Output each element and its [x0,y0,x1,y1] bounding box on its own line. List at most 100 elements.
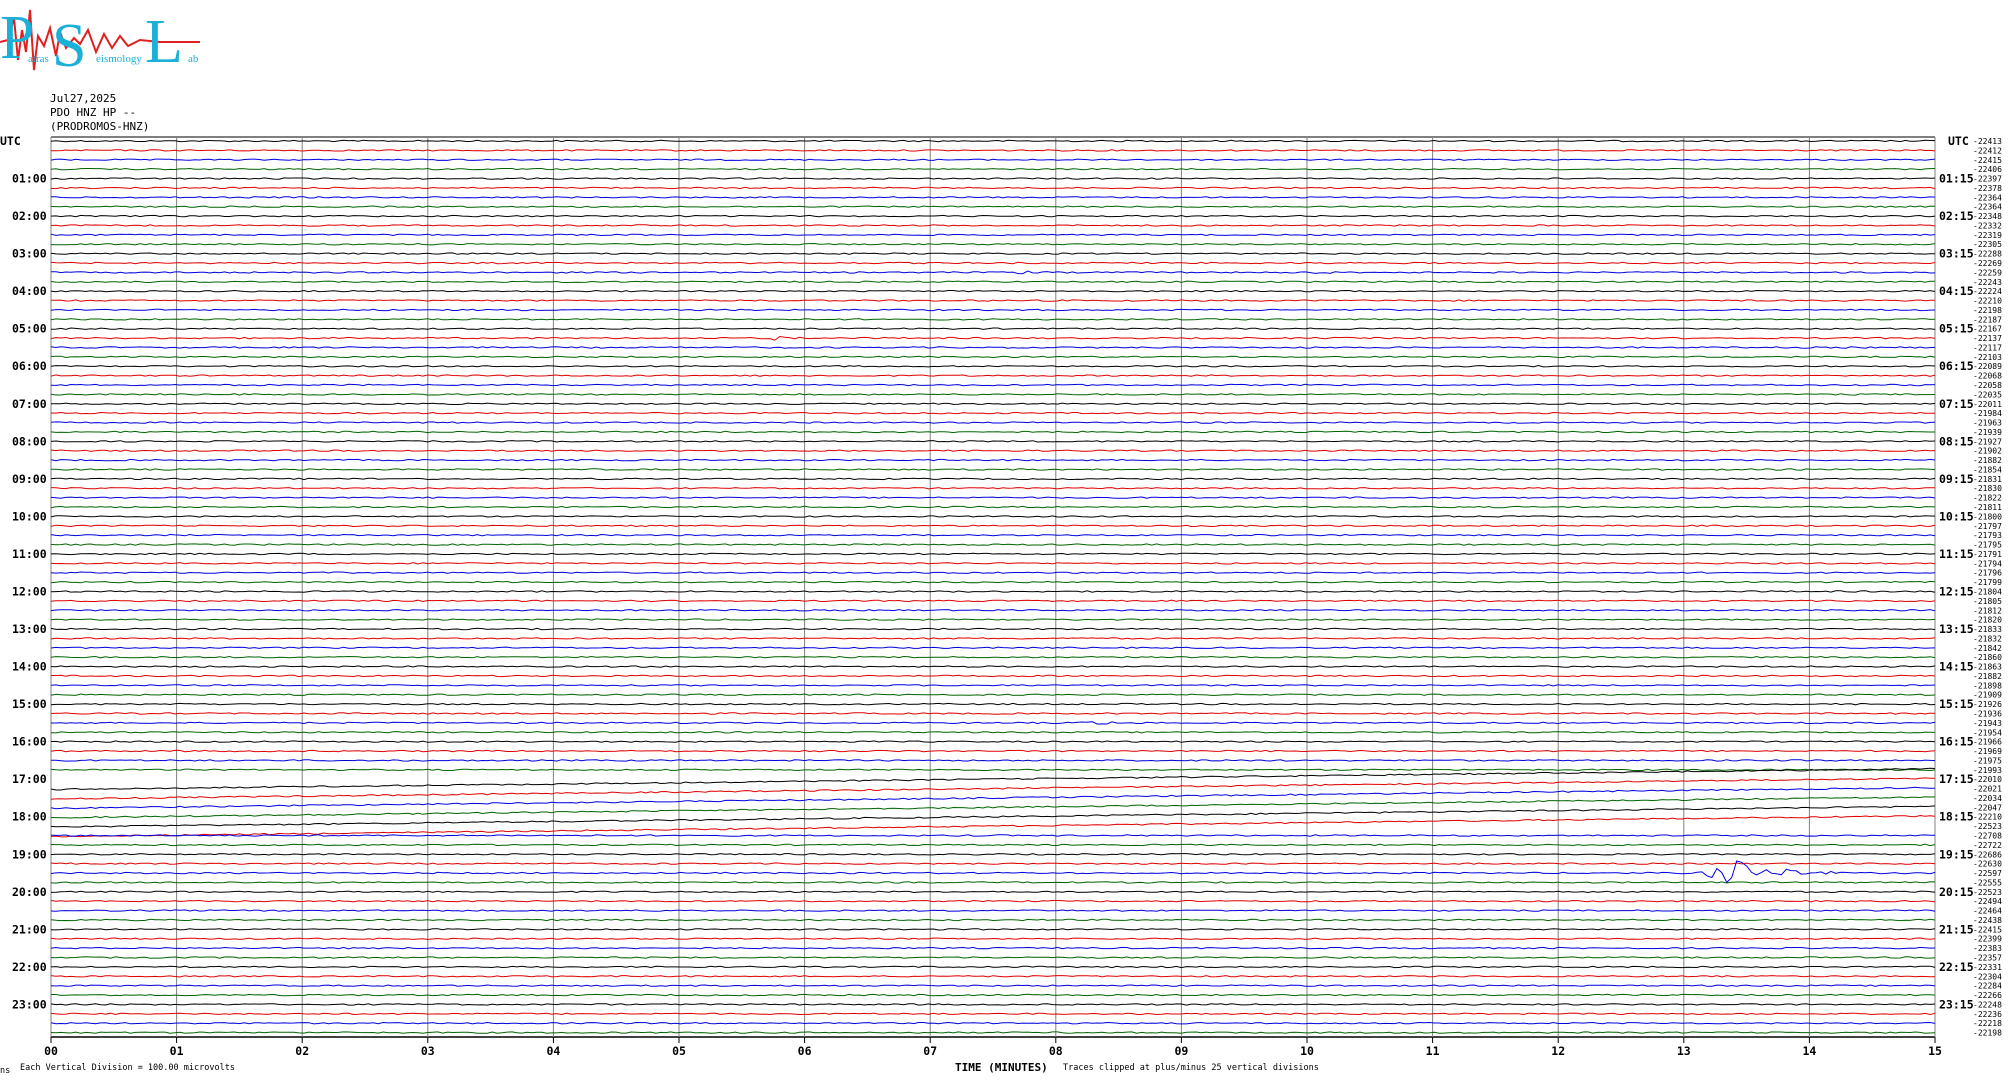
trace-row-22 [50,346,1936,349]
trace-row-58 [50,684,1936,687]
x-tick-label-09: 09 [1174,1044,1188,1058]
trace-row-47 [50,580,1936,584]
trace-count-36: -21831 [1973,475,2002,484]
utc-label-left: UTC [0,134,21,148]
trace-count-13: -22269 [1973,259,2002,268]
trace-count-61: -21936 [1973,709,2002,718]
footer-tiny-mark: ns [0,1066,10,1076]
trace-count-26: -22058 [1973,381,2002,390]
trace-count-2: -22415 [1973,156,2002,165]
trace-row-89 [50,975,1935,978]
hour-label-right-12:15: 12:15 [1939,584,1974,598]
helicorder-chart: 00 01 02 03 04 05 06 07 08 09 10 11 12 13 14 15-22413-2… [0,134,2002,1076]
trace-row-67 [50,768,1936,772]
trace-row-16 [50,289,1936,293]
axis-labels: 00 01 02 03 04 05 06 07 08 09 10 11 12 13 14 15-22413-2… [0,134,2002,1076]
trace-count-14: -22259 [1973,268,2002,277]
trace-count-11: -22305 [1973,240,2002,249]
trace-row-91 [51,993,1936,997]
trace-count-22: -22117 [1973,343,2002,352]
hour-label-right-15:15: 15:15 [1939,697,1974,711]
hour-label-left-03:00: 03:00 [12,247,47,261]
hour-label-left-23:00: 23:00 [12,997,47,1011]
trace-count-1: -22412 [1973,146,2002,155]
hour-label-right-17:15: 17:15 [1939,772,1974,786]
x-tick-label-15: 15 [1928,1044,1942,1058]
trace-row-66 [51,759,1936,762]
trace-row-5 [50,186,1936,190]
trace-count-8: -22348 [1973,212,2002,221]
trace-count-66: -21975 [1973,756,2002,765]
trace-count-82: -22464 [1973,907,2002,916]
trace-count-29: -21984 [1973,409,2002,418]
trace-count-55: -21860 [1973,653,2002,662]
x-tick-label-00: 00 [44,1044,58,1058]
trace-count-9: -22332 [1973,221,2002,230]
utc-label-right: UTC [1948,134,1969,148]
hour-label-right-16:15: 16:15 [1939,735,1974,749]
hour-label-left-18:00: 18:00 [12,810,47,824]
trace-count-42: -21793 [1973,531,2002,540]
trace-count-19: -22187 [1973,315,2002,324]
hour-label-right-09:15: 09:15 [1939,472,1974,486]
trace-count-79: -22555 [1973,878,2002,887]
hour-label-left-21:00: 21:00 [12,922,47,936]
trace-count-27: -22035 [1973,390,2002,399]
trace-row-82 [50,909,1936,912]
x-axis-title: TIME (MINUTES) [955,1061,1048,1074]
trace-count-7: -22364 [1973,203,2002,212]
trace-row-73 [50,814,1936,838]
trace-count-0: -22413 [1973,137,2002,146]
hour-label-left-17:00: 17:00 [12,772,47,786]
trace-row-28 [51,402,1936,406]
x-tick-label-06: 06 [798,1044,812,1058]
trace-count-59: -21909 [1973,691,2002,700]
trace-row-7 [50,205,1936,208]
trace-row-57 [51,674,1936,678]
hour-label-left-20:00: 20:00 [12,885,47,899]
trace-row-31 [50,430,1935,434]
trace-count-37: -21830 [1973,484,2002,493]
trace-row-79 [50,881,1936,884]
hour-label-right-19:15: 19:15 [1939,847,1974,861]
trace-count-40: -21800 [1973,512,2002,521]
trace-row-4 [50,177,1936,180]
trace-row-59 [50,693,1936,696]
trace-row-9 [50,224,1936,227]
trace-count-17: -22210 [1973,297,2002,306]
x-tick-label-11: 11 [1426,1044,1440,1058]
x-tick-label-14: 14 [1802,1044,1816,1058]
hour-label-left-08:00: 08:00 [12,434,47,448]
x-tick-label-04: 04 [546,1044,560,1058]
trace-row-62 [51,721,1936,725]
trace-row-24 [50,364,1936,368]
hour-label-right-20:15: 20:15 [1939,885,1974,899]
hour-label-left-15:00: 15:00 [12,697,47,711]
footer-clip-note: Traces clipped at plus/minus 25 vertical… [1063,1063,1319,1073]
trace-row-43 [50,543,1936,546]
trace-row-92 [50,1003,1936,1006]
trace-row-3 [50,167,1936,171]
hour-label-right-22:15: 22:15 [1939,960,1974,974]
trace-row-19 [50,318,1936,321]
trace-row-61 [50,712,1936,715]
trace-count-69: -22021 [1973,785,2002,794]
trace-row-0 [50,139,1936,143]
x-tick-label-05: 05 [672,1044,686,1058]
trace-row-86 [50,946,1936,950]
trace-row-60 [50,702,1936,706]
trace-count-71: -22047 [1973,803,2002,812]
trace-count-81: -22494 [1973,897,2002,906]
trace-row-35 [51,468,1936,471]
trace-row-71 [50,796,1936,819]
trace-row-13 [50,261,1936,265]
trace-row-68 [50,767,1936,791]
trace-row-40 [50,515,1936,518]
hour-label-left-22:00: 22:00 [12,960,47,974]
hour-label-left-09:00: 09:00 [12,472,47,486]
trace-count-65: -21969 [1973,747,2002,756]
trace-row-90 [50,984,1936,987]
trace-row-64 [50,740,1936,743]
x-tick-label-02: 02 [295,1044,309,1058]
hour-label-right-13:15: 13:15 [1939,622,1974,636]
